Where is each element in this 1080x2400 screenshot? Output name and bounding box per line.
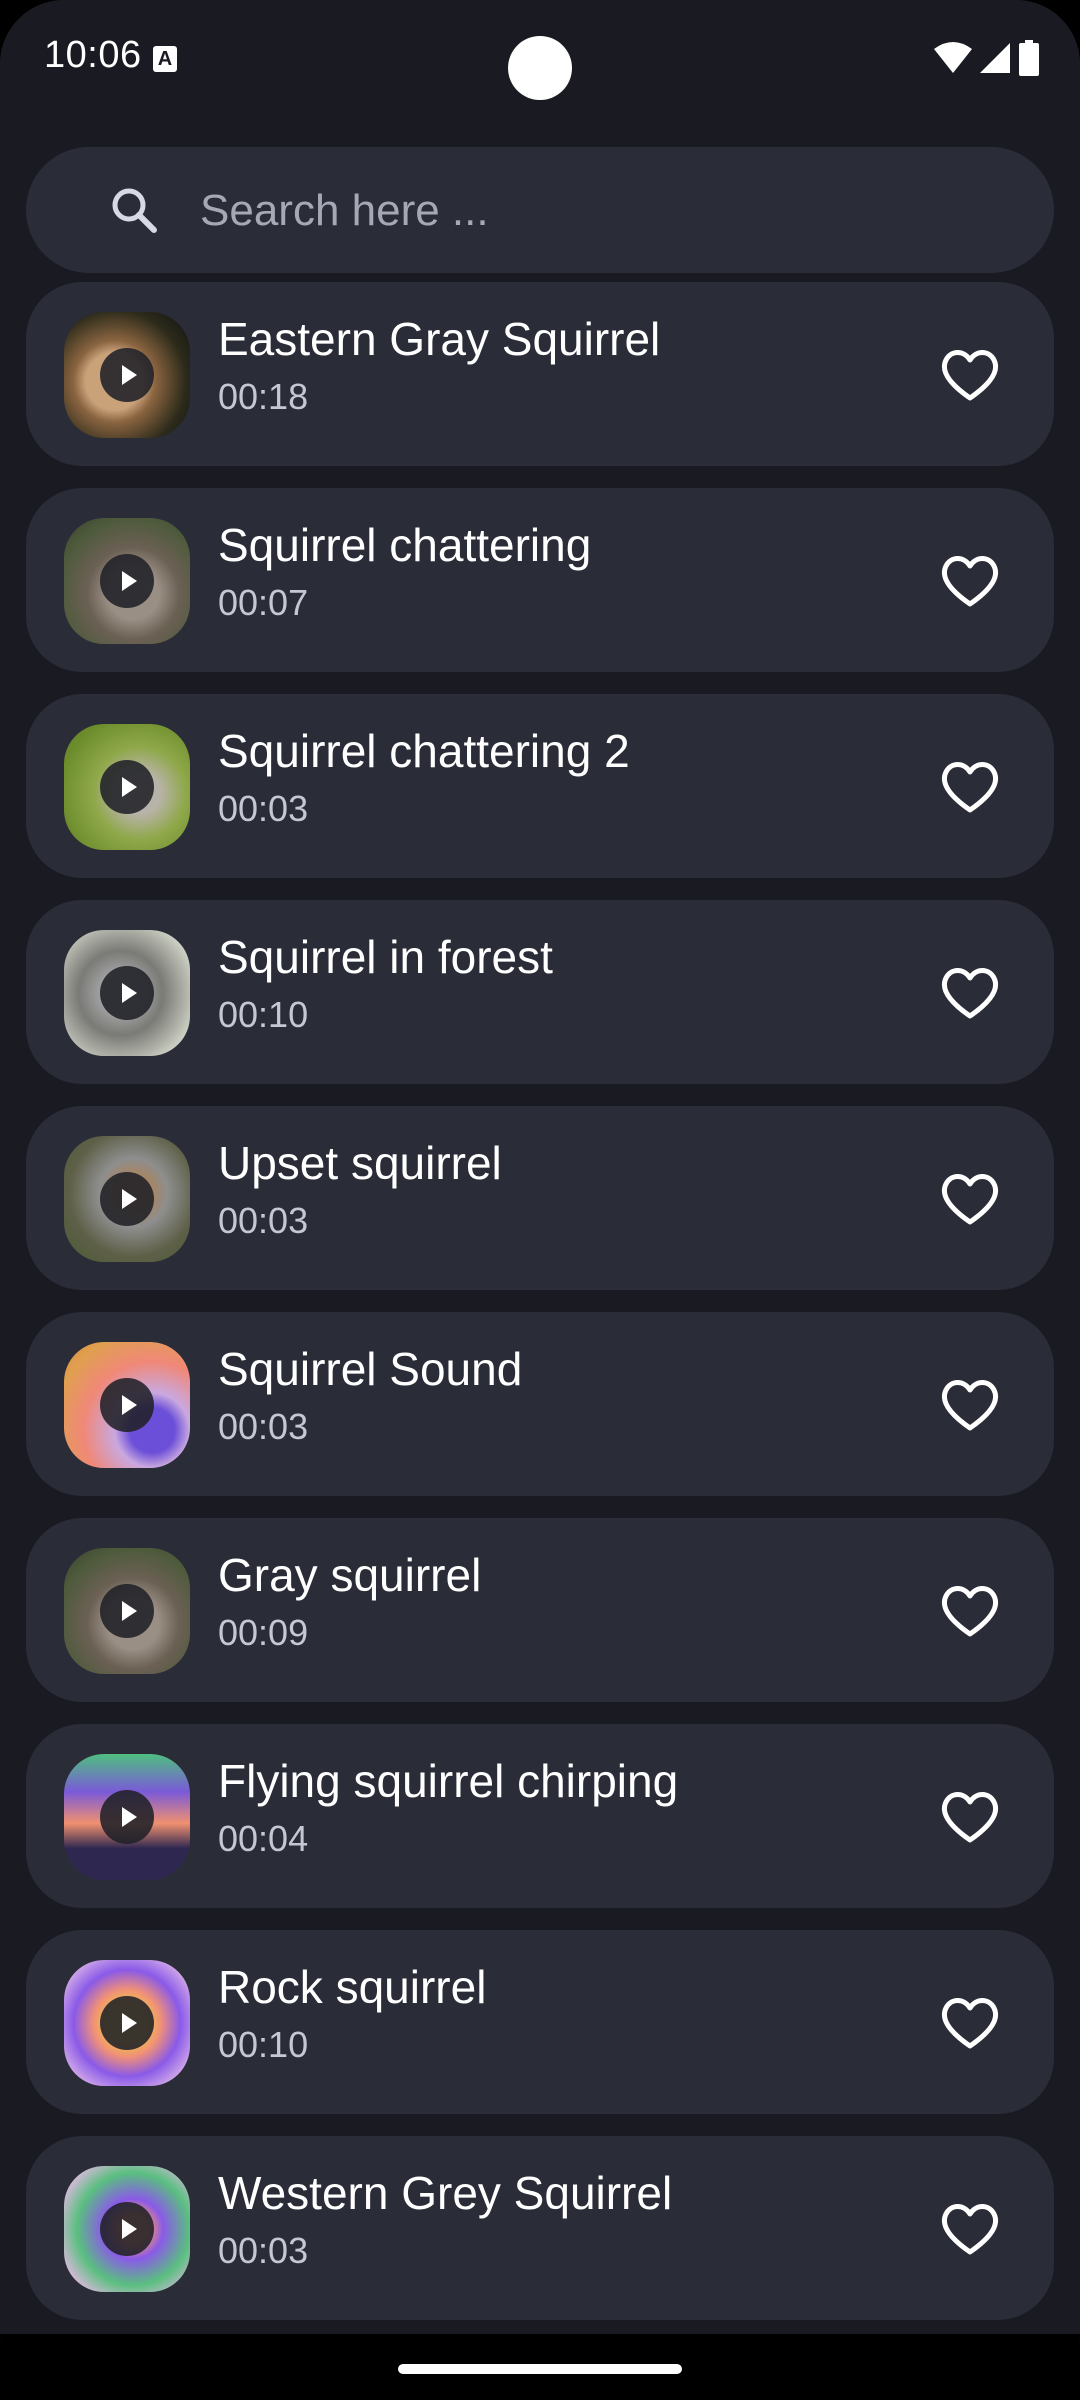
sound-title: Squirrel chattering — [218, 519, 592, 571]
sound-thumbnail[interactable] — [64, 1754, 190, 1880]
sound-thumbnail[interactable] — [64, 518, 190, 644]
play-icon[interactable] — [100, 1584, 154, 1638]
search-bar[interactable] — [26, 147, 1054, 273]
play-icon[interactable] — [100, 554, 154, 608]
sound-item[interactable]: Squirrel Sound 00:03 — [26, 1312, 1054, 1496]
play-icon[interactable] — [100, 1172, 154, 1226]
heart-icon[interactable] — [934, 544, 1006, 616]
play-icon[interactable] — [100, 1996, 154, 2050]
status-bar: 10:06 A — [0, 0, 1080, 120]
status-icons — [933, 40, 1040, 80]
sound-item[interactable]: Flying squirrel chirping 00:04 — [26, 1724, 1054, 1908]
status-time: 10:06 — [44, 34, 142, 76]
sound-item[interactable]: Squirrel in forest 00:10 — [26, 900, 1054, 1084]
camera-cutout — [508, 36, 572, 100]
sound-title: Eastern Gray Squirrel — [218, 313, 661, 365]
play-icon[interactable] — [100, 2202, 154, 2256]
sound-title: Gray squirrel — [218, 1549, 482, 1601]
sound-duration: 00:07 — [218, 582, 309, 623]
signal-icon — [979, 43, 1010, 73]
sound-item[interactable]: Squirrel chattering 2 00:03 — [26, 694, 1054, 878]
sound-duration: 00:09 — [218, 1612, 309, 1653]
sound-thumbnail[interactable] — [64, 312, 190, 438]
sound-item[interactable]: Gray squirrel 00:09 — [26, 1518, 1054, 1702]
sound-duration: 00:03 — [218, 1200, 309, 1241]
gesture-nav-bar — [0, 2334, 1080, 2400]
sound-thumbnail[interactable] — [64, 1960, 190, 2086]
heart-icon[interactable] — [934, 1368, 1006, 1440]
sound-title: Squirrel Sound — [218, 1343, 523, 1395]
sound-thumbnail[interactable] — [64, 1548, 190, 1674]
a-icon: A — [153, 46, 177, 72]
sound-duration: 00:04 — [218, 1818, 309, 1859]
heart-icon[interactable] — [934, 1574, 1006, 1646]
wifi-icon — [934, 42, 973, 73]
sound-duration: 00:18 — [218, 376, 309, 417]
sound-thumbnail[interactable] — [64, 724, 190, 850]
sound-title: Flying squirrel chirping — [218, 1755, 679, 1807]
heart-icon[interactable] — [934, 2192, 1006, 2264]
sound-list[interactable]: Eastern Gray Squirrel 00:18 Squirrel cha… — [26, 282, 1054, 2332]
app-screen: 10:06 A Eastern Gray — [0, 0, 1080, 2400]
home-indicator[interactable] — [398, 2364, 682, 2374]
sound-thumbnail[interactable] — [64, 930, 190, 1056]
play-icon[interactable] — [100, 1378, 154, 1432]
sound-item[interactable]: Upset squirrel 00:03 — [26, 1106, 1054, 1290]
sound-duration: 00:03 — [218, 788, 309, 829]
play-icon[interactable] — [100, 760, 154, 814]
heart-icon[interactable] — [934, 1162, 1006, 1234]
sound-duration: 00:03 — [218, 1406, 309, 1447]
sound-item[interactable]: Squirrel chattering 00:07 — [26, 488, 1054, 672]
sound-title: Upset squirrel — [218, 1137, 502, 1189]
sound-item[interactable]: Rock squirrel 00:10 — [26, 1930, 1054, 2114]
sound-item[interactable]: Western Grey Squirrel 00:03 — [26, 2136, 1054, 2320]
sound-duration: 00:03 — [218, 2230, 309, 2271]
heart-icon[interactable] — [934, 956, 1006, 1028]
search-icon[interactable] — [108, 184, 160, 236]
heart-icon[interactable] — [934, 750, 1006, 822]
heart-icon[interactable] — [934, 1986, 1006, 2058]
sound-title: Squirrel chattering 2 — [218, 725, 630, 777]
sound-thumbnail[interactable] — [64, 1136, 190, 1262]
search-input[interactable] — [198, 177, 1022, 245]
sound-duration: 00:10 — [218, 2024, 309, 2065]
sound-thumbnail[interactable] — [64, 2166, 190, 2292]
sound-title: Squirrel in forest — [218, 931, 553, 983]
play-icon[interactable] — [100, 1790, 154, 1844]
sound-item[interactable]: Eastern Gray Squirrel 00:18 — [26, 282, 1054, 466]
battery-icon — [1019, 40, 1039, 76]
heart-icon[interactable] — [934, 338, 1006, 410]
play-icon[interactable] — [100, 348, 154, 402]
sound-thumbnail[interactable] — [64, 1342, 190, 1468]
heart-icon[interactable] — [934, 1780, 1006, 1852]
play-icon[interactable] — [100, 966, 154, 1020]
sound-duration: 00:10 — [218, 994, 309, 1035]
sound-title: Western Grey Squirrel — [218, 2167, 673, 2219]
sound-title: Rock squirrel — [218, 1961, 487, 2013]
